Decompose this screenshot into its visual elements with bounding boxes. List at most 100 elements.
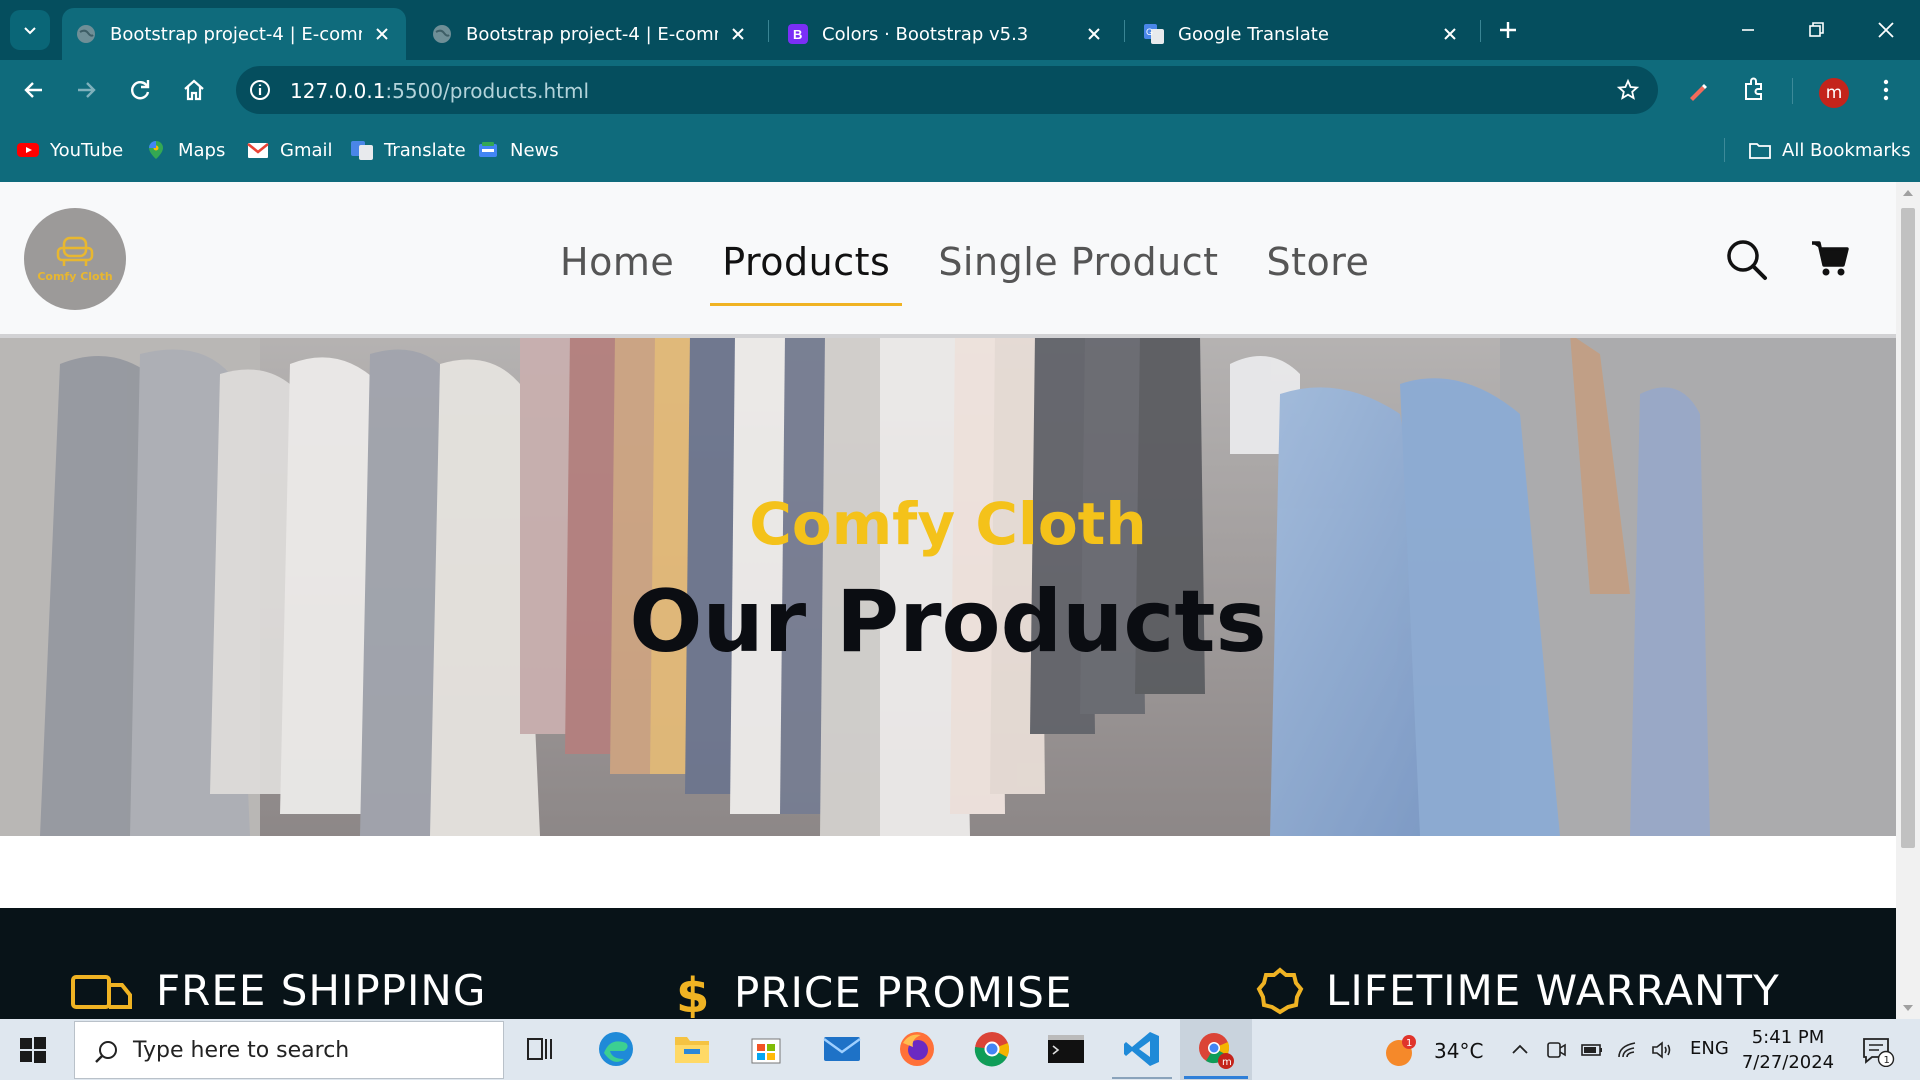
taskbar-chrome-profile[interactable]: m [1180,1019,1252,1080]
pen-extension-icon[interactable] [1682,74,1714,106]
more-menu-icon[interactable] [1870,74,1902,106]
scroll-down-icon[interactable] [1902,1003,1914,1013]
task-view-button[interactable] [518,1027,562,1071]
terminal-icon [1048,1035,1084,1063]
restore-icon[interactable] [1800,14,1832,46]
bookmark-label: Translate [384,139,466,161]
hero-banner: Comfy Cloth Our Products [0,334,1896,836]
nav-products[interactable]: Products [710,238,903,306]
taskbar-terminal[interactable] [1044,1027,1088,1071]
address-bar[interactable]: 127.0.0.1:5500/products.html [236,66,1658,114]
taskbar-search-box[interactable]: Type here to search [74,1021,504,1079]
search-icon[interactable] [1725,238,1769,282]
truck-icon [71,974,132,1009]
input-language[interactable]: ENG [1690,1038,1729,1059]
nav-store[interactable]: Store [1267,238,1370,286]
taskbar-edge[interactable] [594,1027,638,1071]
taskbar-mail[interactable] [820,1027,864,1071]
bookmark-label: Maps [178,139,226,161]
logo-text: Comfy Cloth [37,269,113,283]
tab-divider [1124,20,1125,42]
tab-bootstrap-project[interactable]: Bootstrap project-4 | E-commer [418,8,762,60]
windows-start-icon[interactable] [18,1035,48,1065]
star-icon[interactable] [1616,78,1640,102]
toolbar-divider [1792,78,1793,104]
scrollbar-thumb[interactable] [1901,208,1915,848]
extensions-icon[interactable] [1738,74,1770,106]
bookmark-news[interactable]: News [476,135,559,165]
clock-date: 7/27/2024 [1741,1052,1835,1073]
profile-avatar[interactable]: m [1819,78,1849,108]
back-icon[interactable] [18,74,50,106]
close-icon[interactable] [372,24,392,44]
chrome-icon [974,1032,1010,1067]
folder-icon [675,1037,709,1063]
google-translate-icon: G [1144,24,1164,44]
tab-title: Bootstrap project-4 | E-commer [466,23,718,45]
forward-icon[interactable] [70,74,102,106]
close-icon[interactable] [1440,24,1460,44]
site-logo[interactable]: Comfy Cloth [24,208,126,310]
tab-bootstrap-project-active[interactable]: Bootstrap project-4 | E-commer [62,8,406,60]
running-app-indicator [1112,1077,1172,1079]
taskbar-vscode[interactable] [1120,1027,1164,1071]
tab-strip: Bootstrap project-4 | E-commer Bootstrap… [0,0,1920,60]
feature-price-promise: $ PRICE PROMISE [672,966,1073,1019]
bookmarks-bar: YouTube Maps Gmail Translate News All Bo… [0,120,1920,182]
taskbar-store[interactable] [744,1027,788,1071]
vscode-icon [1124,1032,1159,1066]
features-band: FREE SHIPPING $ PRICE PROMISE LIFETIME W… [0,908,1896,1019]
scroll-up-icon[interactable] [1902,188,1914,198]
globe-icon [77,25,95,43]
site-info-icon[interactable] [248,78,272,102]
meet-icon[interactable] [1544,1038,1568,1062]
reload-icon[interactable] [124,74,156,106]
svg-text:m: m [1222,1057,1232,1068]
home-icon[interactable] [178,74,210,106]
wifi-icon[interactable] [1616,1038,1640,1062]
notification-icon[interactable]: 1 [1860,1035,1896,1067]
all-bookmarks-button[interactable]: All Bookmarks [1748,135,1911,165]
battery-icon[interactable] [1580,1038,1604,1062]
close-icon[interactable] [728,24,748,44]
notification-count: 1 [1884,1055,1890,1066]
bookmark-translate[interactable]: Translate [350,135,466,165]
edge-icon [599,1032,633,1066]
tab-bootstrap-colors[interactable]: B Colors · Bootstrap v5.3 [774,8,1118,60]
feature-label: FREE SHIPPING [156,966,487,1015]
tab-search-button[interactable] [10,10,50,50]
tab-google-translate[interactable]: G Google Translate [1130,8,1474,60]
minimize-icon[interactable] [1732,14,1764,46]
bootstrap-icon: B [788,24,808,44]
chrome-profile-icon: m [1199,1032,1234,1069]
tab-divider [1480,20,1481,42]
mail-icon [823,1037,861,1061]
youtube-icon [17,143,39,157]
volume-icon[interactable] [1650,1038,1674,1062]
close-window-icon[interactable] [1870,14,1902,46]
weather-widget[interactable]: 1 34°C [1382,1033,1483,1069]
armchair-icon [56,236,94,266]
system-clock[interactable]: 5:41 PM 7/27/2024 [1738,1025,1838,1075]
tab-title: Google Translate [1178,23,1329,45]
taskbar-firefox[interactable] [895,1027,939,1071]
page-scrollbar[interactable] [1896,182,1920,1019]
bookmark-youtube[interactable]: YouTube [16,135,123,165]
nav-single-product[interactable]: Single Product [938,238,1218,286]
bookmark-label: News [510,139,559,161]
google-translate-icon [351,141,373,160]
nav-home[interactable]: Home [560,238,674,286]
chevron-up-icon[interactable] [1508,1038,1532,1062]
feature-lifetime-warranty: LIFETIME WARRANTY [1256,966,1780,1015]
taskbar-chrome[interactable] [970,1027,1014,1071]
web-page: Comfy Cloth Home Products Single Product… [0,182,1896,1019]
bookmark-gmail[interactable]: Gmail [246,135,333,165]
bookmarks-divider [1724,138,1725,162]
url-text[interactable]: 127.0.0.1:5500/products.html [290,79,589,103]
taskbar-file-explorer[interactable] [670,1027,714,1071]
bookmark-maps[interactable]: Maps [144,135,225,165]
close-icon[interactable] [1084,24,1104,44]
badge-icon [1256,966,1304,1014]
new-tab-icon[interactable] [1494,16,1522,44]
cart-icon[interactable] [1810,238,1850,278]
